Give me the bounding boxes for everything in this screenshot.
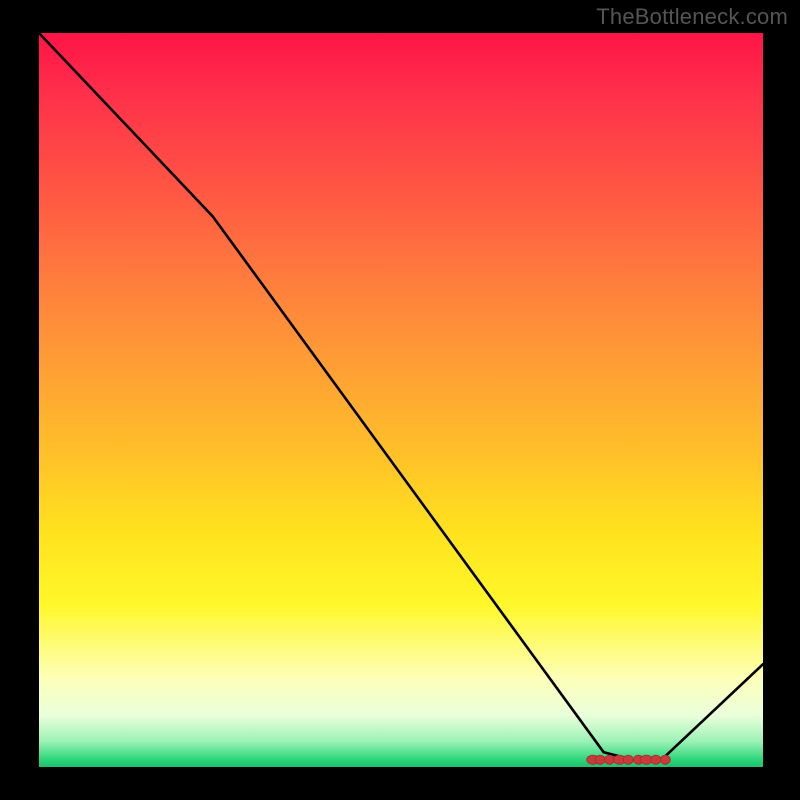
marker-cluster [587,755,671,764]
optimal-marker [660,755,670,764]
chart-container: TheBottleneck.com [0,0,800,800]
watermark-text: TheBottleneck.com [596,4,788,30]
optimal-marker [595,755,605,764]
plot-area [36,30,766,770]
bottleneck-curve [39,33,763,760]
optimal-marker [623,755,633,764]
chart-svg [39,33,763,767]
optimal-marker [651,755,661,764]
